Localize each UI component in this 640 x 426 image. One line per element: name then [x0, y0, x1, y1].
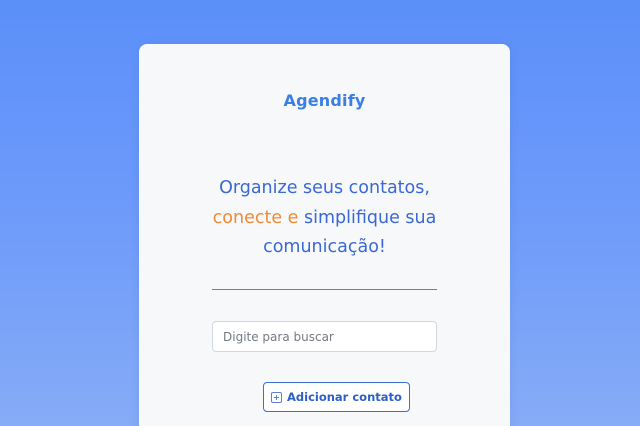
brand-title: Agendify — [283, 91, 366, 110]
add-contact-label: Adicionar contato — [287, 390, 402, 404]
main-card: Agendify Organize seus contatos, conecte… — [139, 44, 510, 426]
headline-line-2-rest: simplifique sua — [298, 207, 437, 228]
headline-accent: conecte e — [212, 207, 299, 228]
divider — [212, 289, 437, 290]
headline-line-3: comunicação! — [263, 237, 386, 257]
headline-line-1: Organize seus contatos, — [219, 178, 430, 198]
add-contact-button[interactable]: Adicionar contato — [263, 382, 410, 412]
plus-square-icon — [271, 391, 282, 403]
headline: Organize seus contatos, conecte e simpli… — [139, 174, 510, 263]
search-input[interactable] — [212, 321, 437, 352]
